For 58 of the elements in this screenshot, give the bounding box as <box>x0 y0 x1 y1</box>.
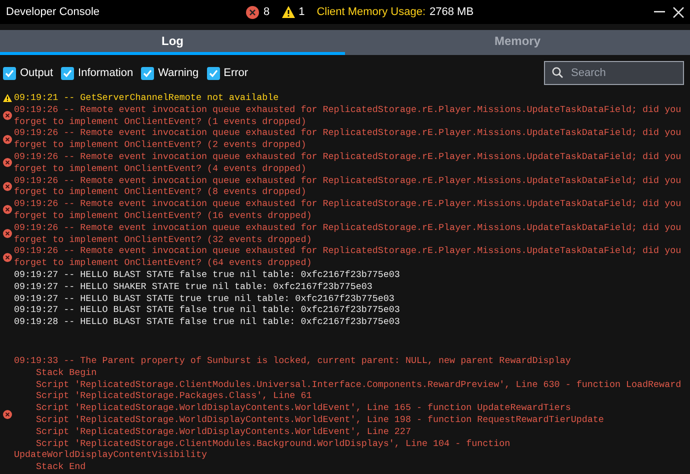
error-icon <box>246 6 260 18</box>
error-icon <box>3 182 12 191</box>
log-line: 09:19:26 -- Remote event invocation queue exhausted for ReplicatedStorage.rE.Player.Missions.UpdateTaskDataField; did you <box>14 127 682 140</box>
log-line: Script 'ReplicatedStorage.WorldDisplayContents.WorldEvent', Line 198 - function RequestRewardTierUpdate <box>36 414 604 426</box>
filter-label[interactable]: Error <box>224 64 248 82</box>
filter-label[interactable]: Information <box>78 64 134 82</box>
log-line: 09:19:27 -- HELLO BLAST STATE true true nil table: 0xfc2167f23b775e03 <box>14 292 394 304</box>
checkbox[interactable] <box>206 66 220 80</box>
filter-label[interactable]: Warning <box>158 64 199 82</box>
log-line: 09:19:26 -- Remote event invocation queue exhausted for ReplicatedStorage.rE.Player.Missions.UpdateTaskDataField; did you <box>14 104 682 116</box>
checkbox[interactable] <box>141 66 154 80</box>
log-line: Stack Begin <box>36 366 97 379</box>
log-line: 09:19:27 -- HELLO BLAST STATE false true nil table: 0xfc2167f23b775e03 <box>14 304 400 316</box>
log-line: forget to implement OnClientEvent? (4 events dropped) <box>14 162 306 175</box>
filter-label[interactable]: Output <box>20 64 54 82</box>
error-count: 8 <box>263 4 270 20</box>
window-title: Developer Console <box>6 4 100 20</box>
memory-usage-value: 2768 MB <box>430 4 474 20</box>
log-line: 09:19:26 -- Remote event invocation queue exhausted for ReplicatedStorage.rE.Player.Missions.UpdateTaskDataField; did you <box>14 150 682 163</box>
tab[interactable]: Log <box>0 30 345 55</box>
warning-icon <box>282 6 295 18</box>
log-line: Stack End <box>36 461 86 473</box>
log-line: 09:19:26 -- Remote event invocation queue exhausted for ReplicatedStorage.rE.Player.Missions.UpdateTaskDataField; did you <box>14 174 682 186</box>
log-line: forget to implement OnClientEvent? (32 events dropped) <box>14 234 312 246</box>
log-line: forget to implement OnClientEvent? (16 events dropped) <box>14 210 312 222</box>
error-icon <box>3 229 12 238</box>
log-line: 09:19:21 -- GetServerChannelRemote not available <box>14 92 279 104</box>
warning-count: 1 <box>298 4 305 20</box>
checkbox[interactable] <box>3 66 16 80</box>
log-line: 09:19:26 -- Remote event invocation queue exhausted for ReplicatedStorage.rE.Player.Missions.UpdateTaskDataField; did you <box>14 222 682 234</box>
error-icon <box>3 134 12 144</box>
error-icon <box>3 205 12 214</box>
log-line: 09:19:33 -- The Parent property of Sunburst is locked, current parent: NULL, new parent RewardDisplay <box>14 355 571 367</box>
log-line: 09:19:26 -- Remote event invocation queue exhausted for ReplicatedStorage.rE.Player.Missions.UpdateTaskDataField; did you <box>14 198 682 210</box>
log-line: Script 'ReplicatedStorage.WorldDisplayContents.WorldEvent', Line 227 <box>36 426 411 438</box>
checkbox[interactable] <box>61 66 74 80</box>
log-line: 09:19:27 -- HELLO BLAST STATE false true nil table: 0xfc2167f23b775e03 <box>14 268 400 281</box>
close-icon[interactable] <box>673 6 684 18</box>
log-line: forget to implement OnClientEvent? (2 events dropped) <box>14 139 306 151</box>
minimize-icon[interactable] <box>654 11 665 13</box>
error-icon <box>3 111 12 120</box>
log-line: Script 'ReplicatedStorage.ClientModules.Background.WorldDisplays', Line 104 - function <box>36 438 510 450</box>
log-line: 09:19:27 -- HELLO SHAKER STATE true nil table: 0xfc2167f23b775e03 <box>14 280 372 293</box>
log-line: forget to implement OnClientEvent? (64 events dropped) <box>14 257 312 269</box>
warning-icon <box>3 94 12 102</box>
log-line: Script 'ReplicatedStorage.Packages.Class', Line 61 <box>36 390 312 402</box>
log-line: Script 'ReplicatedStorage.WorldDisplayContents.WorldEvent', Line 165 - function UpdateRewardTiers <box>36 402 571 414</box>
error-icon <box>3 158 12 168</box>
error-icon <box>3 252 12 262</box>
log-line: Script 'ReplicatedStorage.ClientModules.Universal.Interface.Components.RewardPreview', Line 630 - function LoadReward <box>36 378 682 390</box>
search-field[interactable]: Search <box>544 61 684 85</box>
log-line: forget to implement OnClientEvent? (1 events dropped) <box>14 116 306 128</box>
log-line: UpdateWorldDisplayContentVisibility <box>14 449 207 462</box>
log-line: 09:19:28 -- HELLO BLAST STATE false true nil table: 0xfc2167f23b775e03 <box>14 316 400 328</box>
memory-usage-label: Client Memory Usage: <box>316 4 426 20</box>
log-line: forget to implement OnClientEvent? (8 events dropped) <box>14 186 306 198</box>
error-icon <box>3 410 12 419</box>
log-line: 09:19:26 -- Remote event invocation queue exhausted for ReplicatedStorage.rE.Player.Missions.UpdateTaskDataField; did you <box>14 245 682 258</box>
